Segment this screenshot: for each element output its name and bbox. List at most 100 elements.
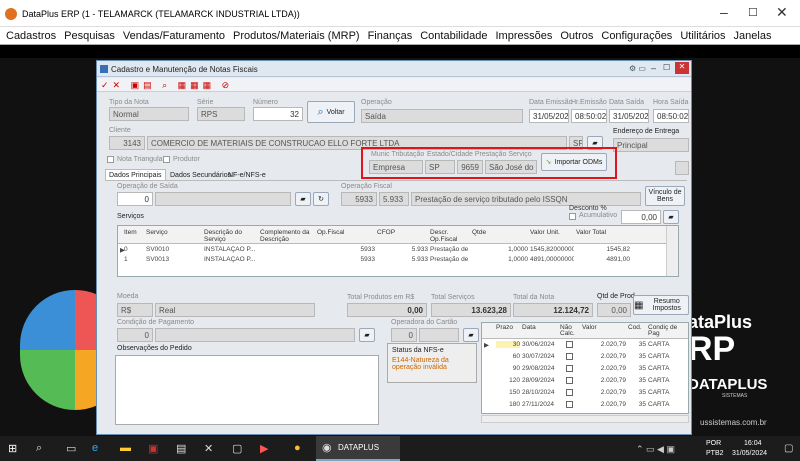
grid-col-9[interactable]: Valor Total: [576, 229, 632, 236]
explorer-icon[interactable]: ▬: [120, 442, 131, 454]
parcela-cell[interactable]: 30/07/2024: [522, 353, 558, 360]
parcela-cell[interactable]: 35: [628, 401, 646, 408]
parcela-cell[interactable]: 35: [628, 377, 646, 384]
grid-cell[interactable]: INSTALAÇÃO P...: [204, 246, 258, 253]
dialog-maximize-icon[interactable]: ☐: [663, 63, 670, 72]
grid-cell[interactable]: Prestação de ser...: [430, 256, 470, 263]
importar-odms-button[interactable]: ➘ Importar ODMs: [541, 153, 607, 171]
parcelas-col-3[interactable]: Valor: [582, 324, 628, 331]
parcela-cell[interactable]: 35: [628, 341, 646, 348]
parcela-cell[interactable]: 90: [496, 365, 520, 372]
menu-item-9[interactable]: Utilitários: [680, 30, 725, 42]
grid-cell[interactable]: 4891,00: [576, 256, 631, 263]
parcela-cell[interactable]: 28/10/2024: [522, 389, 558, 396]
maximize-icon[interactable]: ☐: [748, 6, 758, 19]
tray-date[interactable]: 31/05/2024: [732, 450, 767, 457]
dataplus-taskbar-item[interactable]: ◉ DATAPLUS: [316, 436, 400, 461]
acumulativo-checkbox[interactable]: [569, 213, 576, 220]
grid-cell[interactable]: 1,0000: [472, 256, 528, 263]
parcela-cell[interactable]: 2.020,79: [582, 365, 626, 372]
grid-col-1[interactable]: Serviço: [146, 229, 204, 236]
grid-cell[interactable]: 5.933: [377, 256, 428, 263]
close-icon[interactable]: ✕: [776, 4, 788, 21]
parcela-cell[interactable]: 2.020,79: [582, 377, 626, 384]
task-view-icon[interactable]: ▭: [66, 442, 76, 455]
parcela-cell[interactable]: 60: [496, 353, 520, 360]
voltar-button[interactable]: ⌕ Voltar: [307, 101, 355, 123]
nao-calc-checkbox[interactable]: [566, 401, 573, 408]
op-fiscal-codigo-field[interactable]: 5933: [341, 192, 377, 206]
desconto-apply-button[interactable]: ▰: [663, 210, 679, 224]
taskbar-search-icon[interactable]: ⌕: [36, 442, 42, 455]
parcelas-col-1[interactable]: Data: [522, 324, 560, 331]
nao-calc-checkbox[interactable]: [566, 377, 573, 384]
parcela-cell[interactable]: CARTA: [648, 365, 686, 372]
parcelas-col-4[interactable]: Cod.: [628, 324, 648, 331]
menu-item-4[interactable]: Finanças: [368, 30, 413, 42]
grid-col-2[interactable]: Descrição do Serviço: [204, 229, 260, 243]
parcela-cell[interactable]: 180: [496, 401, 520, 408]
dialog-tools-icon[interactable]: ⚙ ▭: [629, 64, 646, 73]
op-saida-lookup-button[interactable]: ▰: [295, 192, 311, 206]
nao-calc-checkbox[interactable]: [566, 365, 573, 372]
grid-cell[interactable]: SV0013: [146, 256, 202, 263]
nao-calc-checkbox[interactable]: [566, 389, 573, 396]
grid-cell[interactable]: 0: [124, 246, 144, 253]
cliente-codigo-field[interactable]: 3143: [109, 136, 145, 150]
numero-field[interactable]: 32: [253, 107, 303, 121]
operacao-select[interactable]: Saída: [361, 109, 523, 123]
app-icon-4[interactable]: ▢: [232, 442, 242, 455]
grid-col-0[interactable]: Item: [124, 229, 146, 236]
parcelas-col-5[interactable]: Condiç de Pag: [648, 324, 688, 337]
parcelas-scrollbar[interactable]: [481, 415, 689, 423]
parcela-cell[interactable]: 27/11/2024: [522, 401, 558, 408]
parcela-cell[interactable]: CARTA: [648, 377, 686, 384]
grid-col-5[interactable]: CFOP: [377, 229, 430, 236]
parcela-cell[interactable]: 35: [628, 353, 646, 360]
endereco-select[interactable]: Principal: [613, 138, 689, 152]
app-icon-2[interactable]: ▤: [176, 442, 186, 455]
grid-cell[interactable]: 1545,8200000000: [530, 246, 574, 253]
parcela-cell[interactable]: 2.020,79: [582, 353, 626, 360]
menu-item-3[interactable]: Produtos/Materiais (MRP): [233, 30, 360, 42]
parcela-cell[interactable]: 2.020,79: [582, 401, 626, 408]
data-emissao-field[interactable]: 31/05/2024: [529, 109, 569, 123]
notification-icon[interactable]: ▢: [784, 443, 793, 454]
parcela-cell[interactable]: 2.020,79: [582, 341, 626, 348]
app-icon-5[interactable]: ▶: [260, 442, 268, 455]
parcela-cell[interactable]: 2.020,79: [582, 389, 626, 396]
parcela-cell[interactable]: 30/06/2024: [522, 341, 558, 348]
munic-trib-select[interactable]: Empresa: [369, 160, 423, 174]
hora-saida-field[interactable]: 08:50:02: [653, 109, 689, 123]
menu-item-5[interactable]: Contabilidade: [420, 30, 487, 42]
grid-cell[interactable]: 5.933: [377, 246, 428, 253]
obs-textarea[interactable]: [115, 355, 379, 425]
vinculo-bens-button[interactable]: Vínculo de Bens: [645, 186, 685, 206]
grid-cell[interactable]: INSTALAÇÃO P...: [204, 256, 258, 263]
operadora-field[interactable]: 0: [391, 328, 417, 342]
cond-pagamento-field[interactable]: 0: [117, 328, 153, 342]
parcela-cell[interactable]: 35: [628, 365, 646, 372]
estado-uf-select[interactable]: SP: [425, 160, 455, 174]
tipo-nota-select[interactable]: Normal: [109, 107, 189, 121]
parcela-cell[interactable]: 120: [496, 377, 520, 384]
app-icon-3[interactable]: ✕: [204, 442, 213, 455]
cond-pagamento-lookup-button[interactable]: ▰: [359, 328, 375, 342]
menu-item-7[interactable]: Outros: [560, 30, 593, 42]
grid-cell[interactable]: Prestação de ser...: [430, 246, 470, 253]
parcela-cell[interactable]: CARTA: [648, 401, 686, 408]
moeda-codigo-field[interactable]: R$: [117, 303, 153, 317]
parcela-cell[interactable]: 28/09/2024: [522, 377, 558, 384]
grid-cell[interactable]: 5933: [317, 256, 375, 263]
triangular-checkbox[interactable]: [107, 156, 114, 163]
data-saida-field[interactable]: 31/05/2024: [609, 109, 649, 123]
grid-cell[interactable]: 1,0000: [472, 246, 528, 253]
tray-icons[interactable]: ⌃ ▭ ◀ ▣: [636, 444, 675, 455]
desconto-field[interactable]: 0,00: [621, 210, 661, 224]
grid-cell[interactable]: 1: [124, 256, 144, 263]
grid-cell[interactable]: 4891,0000000000: [530, 256, 574, 263]
menu-item-0[interactable]: Cadastros: [6, 30, 56, 42]
grid-cell[interactable]: 1545,82: [576, 246, 631, 253]
edge-icon[interactable]: e: [92, 442, 98, 454]
menu-item-1[interactable]: Pesquisas: [64, 30, 115, 42]
